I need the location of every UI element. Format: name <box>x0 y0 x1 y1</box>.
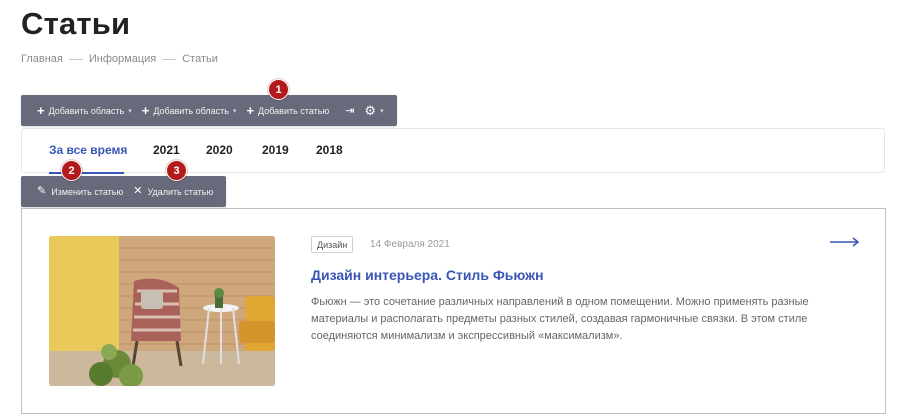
admin-toolbar-article: ✎ Изменить статью ✕ Удалить статью <box>21 176 226 207</box>
collapse-button[interactable]: ⇥ <box>340 95 359 126</box>
delete-article-label: Удалить статью <box>147 186 214 197</box>
plus-icon: + <box>37 103 45 118</box>
plus-icon: + <box>246 103 255 118</box>
marker-badge-1: 1 <box>268 79 289 100</box>
gear-icon: ⚙ <box>364 102 377 118</box>
add-area-button-2[interactable]: + Добавить область ▾ <box>137 95 242 126</box>
article-description: Фьюжн — это сочетание различных направле… <box>311 296 809 342</box>
page-title: Статьи <box>21 6 131 41</box>
add-area-button-1[interactable]: + Добавить область ▾ <box>32 95 137 126</box>
close-icon: ✕ <box>133 185 143 197</box>
edit-article-label: Изменить статью <box>51 186 124 197</box>
year-tabs: За все время 2021 2020 2019 2018 <box>21 128 885 174</box>
tab-2020[interactable]: 2020 <box>206 143 233 157</box>
add-article-button[interactable]: + Добавить статью <box>241 95 334 126</box>
breadcrumb-info[interactable]: Информация <box>89 53 156 65</box>
article-title-link[interactable]: Дизайн интерьера. Стиль Фьюжн <box>311 267 544 283</box>
add-area-label: Добавить область <box>48 105 125 116</box>
breadcrumb-home[interactable]: Главная <box>21 53 63 65</box>
settings-button[interactable]: ⚙ ▾ <box>359 95 388 126</box>
marker-badge-2: 2 <box>61 160 82 181</box>
breadcrumb-separator <box>68 58 83 60</box>
article-date: 14 Февраля 2021 <box>370 239 450 250</box>
add-article-label: Добавить статью <box>258 105 330 116</box>
breadcrumb: Главная Информация Статьи <box>21 53 218 65</box>
breadcrumb-separator <box>162 58 177 60</box>
article-card[interactable]: Дизайн 14 Февраля 2021 Дизайн интерьера.… <box>21 208 886 414</box>
breadcrumb-current: Статьи <box>182 53 218 65</box>
pencil-icon: ✎ <box>37 185 47 197</box>
interior-photo <box>49 236 275 386</box>
tab-2019[interactable]: 2019 <box>262 143 289 157</box>
edit-article-button[interactable]: ✎ Изменить статью <box>32 176 128 207</box>
admin-toolbar-area: + Добавить область ▾ + Добавить область … <box>21 95 397 126</box>
chevron-down-icon: ▾ <box>380 107 384 115</box>
plus-icon: + <box>141 103 150 118</box>
marker-badge-3: 3 <box>166 160 187 181</box>
tab-2018[interactable]: 2018 <box>316 143 343 157</box>
tab-2021[interactable]: 2021 <box>153 143 180 157</box>
category-tag[interactable]: Дизайн <box>311 236 354 253</box>
collapse-icon: ⇥ <box>345 105 355 117</box>
arrow-right-icon[interactable] <box>830 236 860 248</box>
add-area-label: Добавить область <box>153 105 229 116</box>
article-image[interactable] <box>49 236 275 386</box>
chevron-down-icon: ▾ <box>128 107 132 115</box>
chevron-down-icon: ▾ <box>232 107 237 115</box>
tab-all-time[interactable]: За все время <box>49 143 127 157</box>
